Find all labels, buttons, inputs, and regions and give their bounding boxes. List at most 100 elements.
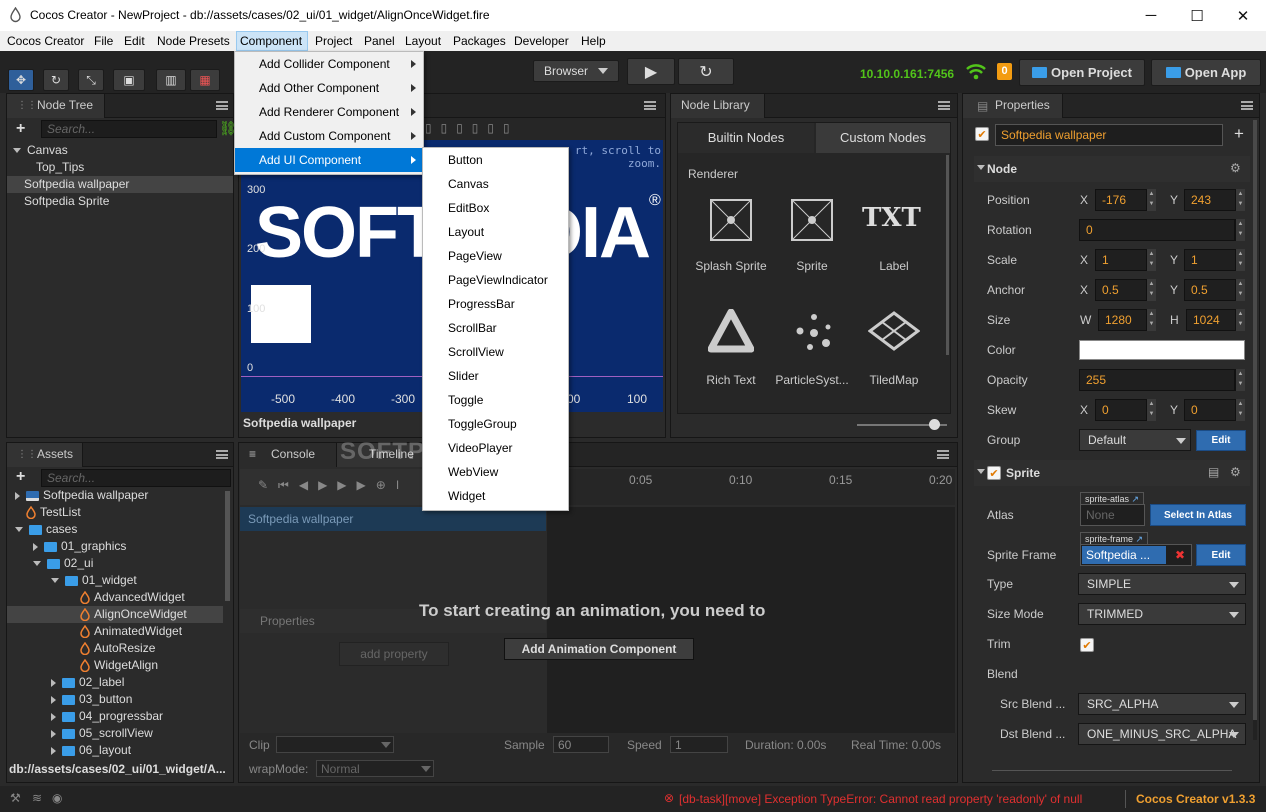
open-project-button[interactable]: Open Project: [1019, 59, 1145, 86]
asset-item[interactable]: AutoResize: [7, 640, 223, 657]
chevron-right-icon[interactable]: [15, 491, 20, 500]
chevron-down-icon[interactable]: [33, 561, 41, 567]
rotation-input[interactable]: 0: [1079, 219, 1235, 241]
group-edit-button[interactable]: Edit: [1196, 430, 1246, 451]
stepper[interactable]: ▲ ▼: [1146, 309, 1156, 331]
size-mode-select[interactable]: TRIMMED: [1078, 603, 1246, 625]
node-sprite[interactable]: Sprite: [772, 193, 852, 283]
submenu-item-canvas[interactable]: Canvas: [423, 172, 568, 196]
tree-node-top-tips[interactable]: Top_Tips: [7, 159, 233, 176]
play-button[interactable]: ▶: [627, 58, 675, 85]
submenu-item-editbox[interactable]: EditBox: [423, 196, 568, 220]
menu-layout[interactable]: Layout: [405, 34, 441, 48]
stepper[interactable]: ▲ ▼: [1146, 249, 1156, 271]
dst-blend-select[interactable]: ONE_MINUS_SRC_ALPHA: [1078, 723, 1246, 745]
asset-item[interactable]: AnimatedWidget: [7, 623, 223, 640]
asset-item[interactable]: cases: [7, 521, 223, 538]
position-x-input[interactable]: -176: [1095, 189, 1147, 211]
node-tiled-map[interactable]: TiledMap: [854, 307, 934, 397]
tree-node-softpedia-sprite[interactable]: Softpedia Sprite: [7, 193, 233, 210]
debug-icon[interactable]: ⚒: [10, 791, 21, 805]
menu-component[interactable]: Component: [240, 34, 302, 48]
submenu-item-scrollbar[interactable]: ScrollBar: [423, 316, 568, 340]
menu-add-ui-component[interactable]: Add UI Component: [235, 148, 423, 172]
sprite-enabled-checkbox[interactable]: ✔: [987, 466, 1001, 480]
menu-panel[interactable]: Panel: [364, 34, 395, 48]
sample-input[interactable]: 60: [553, 736, 609, 753]
chevron-right-icon[interactable]: [33, 542, 38, 551]
node-section-header[interactable]: Node ⚙: [974, 156, 1250, 182]
node-label[interactable]: TXT Label: [854, 193, 934, 283]
close-button[interactable]: ✕: [1220, 0, 1266, 31]
menu-add-collider-component[interactable]: Add Collider Component: [235, 52, 423, 76]
stepper[interactable]: ▲ ▼: [1146, 189, 1156, 211]
add-node-button[interactable]: +: [16, 120, 25, 138]
tab-custom-nodes[interactable]: Custom Nodes: [816, 123, 950, 153]
scrollbar[interactable]: [1253, 120, 1257, 740]
stepper[interactable]: ▲ ▼: [1235, 279, 1245, 301]
submenu-item-layout[interactable]: Layout: [423, 220, 568, 244]
asset-item[interactable]: 04_progressbar: [7, 708, 223, 725]
tab-builtin-nodes[interactable]: Builtin Nodes: [678, 123, 814, 153]
chevron-right-icon[interactable]: [51, 678, 56, 687]
scale-x-input[interactable]: 1: [1095, 249, 1147, 271]
menu-icon[interactable]: [1241, 101, 1253, 110]
add-property-button[interactable]: add property: [339, 642, 449, 666]
node-rich-text[interactable]: Rich Text: [690, 307, 770, 397]
scrollbar[interactable]: [946, 155, 949, 355]
stepper[interactable]: ▲ ▼: [1235, 249, 1245, 271]
eye-icon[interactable]: ◉: [52, 791, 62, 805]
database-icon[interactable]: ≋: [32, 791, 42, 805]
submenu-item-videoplayer[interactable]: VideoPlayer: [423, 436, 568, 460]
gear-icon[interactable]: ⚙: [1230, 161, 1241, 175]
menu-developer[interactable]: Developer: [514, 34, 569, 48]
submenu-item-pageview[interactable]: PageView: [423, 244, 568, 268]
add-animation-component-button[interactable]: Add Animation Component: [504, 638, 694, 660]
zoom-slider-thumb[interactable]: [928, 419, 940, 430]
submenu-item-slider[interactable]: Slider: [423, 364, 568, 388]
asset-item[interactable]: TestList: [7, 504, 223, 521]
add-component-button[interactable]: +: [1234, 124, 1244, 144]
menu-icon[interactable]: [937, 450, 949, 459]
anchor-x-input[interactable]: 0.5: [1095, 279, 1147, 301]
submenu-item-togglegroup[interactable]: ToggleGroup: [423, 412, 568, 436]
sprite-frame-edit-button[interactable]: Edit: [1196, 544, 1246, 566]
sprite-section-header[interactable]: ✔ Sprite ▤ ⚙: [974, 460, 1250, 486]
stepper[interactable]: ▲ ▼: [1146, 279, 1156, 301]
menu-file[interactable]: File: [94, 34, 113, 48]
submenu-item-button[interactable]: Button: [423, 148, 568, 172]
align-icons[interactable]: ▯▯▯▯▯▯: [425, 121, 519, 135]
node-particle-system[interactable]: ParticleSyst...: [772, 307, 852, 397]
asset-item[interactable]: 06_layout: [7, 742, 223, 759]
asset-item[interactable]: WidgetAlign: [7, 657, 223, 674]
local-global-toggle-button[interactable]: ▦: [190, 69, 220, 91]
browser-select[interactable]: Browser: [533, 60, 619, 82]
sprite-frame-field[interactable]: Softpedia ... ✖: [1080, 544, 1192, 566]
tab-node-library[interactable]: Node Library: [671, 94, 765, 118]
minimize-button[interactable]: ─: [1128, 0, 1174, 31]
node-splash-sprite[interactable]: Splash Sprite: [690, 193, 770, 283]
menu-project[interactable]: Project: [315, 34, 352, 48]
submenu-item-toggle[interactable]: Toggle: [423, 388, 568, 412]
submenu-item-widget[interactable]: Widget: [423, 484, 568, 508]
stepper[interactable]: ▲ ▼: [1146, 399, 1156, 421]
group-select[interactable]: Default: [1079, 429, 1191, 451]
asset-item[interactable]: 05_scrollView: [7, 725, 223, 742]
chevron-down-icon[interactable]: [15, 527, 23, 533]
stepper[interactable]: ▲ ▼: [1235, 399, 1245, 421]
refresh-button[interactable]: ↻: [678, 58, 734, 85]
menu-add-renderer-component[interactable]: Add Renderer Component: [235, 100, 423, 124]
asset-item[interactable]: AlignOnceWidget: [7, 606, 223, 623]
skew-y-input[interactable]: 0: [1184, 399, 1236, 421]
menu-add-custom-component[interactable]: Add Custom Component: [235, 124, 423, 148]
select-in-atlas-button[interactable]: Select In Atlas: [1150, 504, 1246, 526]
wrapmode-select[interactable]: Normal: [316, 760, 434, 777]
menu-icon[interactable]: [216, 101, 228, 110]
asset-item[interactable]: AdvancedWidget: [7, 589, 223, 606]
node-search-input[interactable]: Search...: [41, 120, 217, 138]
clear-icon[interactable]: ✖: [1175, 548, 1185, 562]
asset-item[interactable]: 03_button: [7, 691, 223, 708]
chevron-right-icon[interactable]: [51, 712, 56, 721]
src-blend-select[interactable]: SRC_ALPHA: [1078, 693, 1246, 715]
speed-input[interactable]: 1: [670, 736, 728, 753]
